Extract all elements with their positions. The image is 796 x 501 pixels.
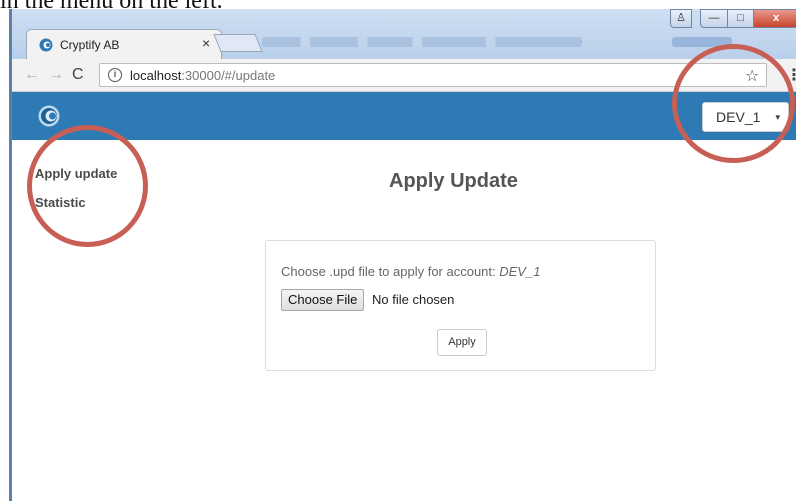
reload-icon[interactable]: C [72,66,84,84]
forward-arrow-icon[interactable]: → [48,66,64,84]
new-tab-button[interactable] [213,34,263,52]
file-status-text: No file chosen [372,292,455,307]
choose-file-label: Choose .upd file to apply for account: D… [281,264,540,279]
user-profile-icon[interactable]: ♙ [670,9,692,28]
url-path: :30000/#/update [181,68,276,83]
choose-file-button[interactable]: Choose File [281,289,365,311]
minimize-button[interactable]: — [700,9,728,28]
tab-cryptify[interactable]: Cryptify AB × [26,29,222,59]
annotation-circle-account [672,44,795,163]
choose-file-account: DEV_1 [499,264,541,279]
maximize-button[interactable]: □ [727,9,754,28]
tab-title: Cryptify AB [60,38,120,52]
annotation-circle-menu [27,125,148,247]
blurred-window-title [262,37,582,47]
back-arrow-icon[interactable]: ← [24,66,40,84]
address-bar[interactable]: i localhost:30000/#/update ☆ [99,63,767,87]
site-info-icon[interactable]: i [108,68,122,82]
close-window-button[interactable]: x [753,9,796,28]
title-bar: Cryptify AB × ♙ — □ x [12,9,796,59]
url-text: localhost:30000/#/update [130,68,275,83]
tab-close-icon[interactable]: × [202,35,210,51]
cryptify-favicon-icon [39,38,53,52]
page-title: Apply Update [389,170,518,192]
url-host: localhost [130,68,182,83]
cryptify-logo-icon [38,105,60,127]
update-panel: Choose .upd file to apply for account: D… [265,240,656,371]
choose-file-prefix: Choose .upd file to apply for account: [281,264,500,279]
apply-button[interactable]: Apply [437,329,487,356]
